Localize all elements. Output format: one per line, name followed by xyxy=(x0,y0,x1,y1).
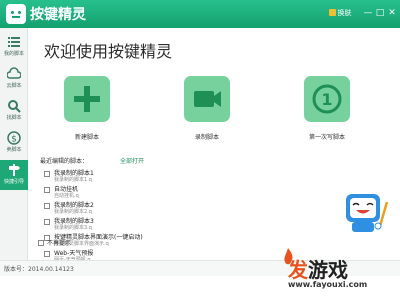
welcome-heading: 欢迎使用按键精灵 xyxy=(44,42,173,61)
first-script-tile[interactable]: 1 xyxy=(304,76,350,122)
close-button[interactable]: ✕ xyxy=(386,6,398,20)
script-checkbox[interactable] xyxy=(44,187,50,193)
mascot-robot-icon xyxy=(346,194,388,232)
list-item[interactable]: 我录制的脚本2 我录制的脚本2.q xyxy=(44,200,234,216)
cloud-icon xyxy=(7,67,21,79)
sidebar-item-label: 卖脚本 xyxy=(6,147,22,153)
sidebar-item-my-scripts[interactable]: 我的脚本 xyxy=(0,32,28,62)
title-bar: 按键精灵 换肤 — □ ✕ xyxy=(0,0,400,28)
record-script-label[interactable]: 录制脚本 xyxy=(177,132,237,141)
record-script-tile[interactable] xyxy=(184,76,230,122)
list-item[interactable]: 按键精灵脚本界面演示(一键启动) 按键精灵脚本界面演示.q xyxy=(44,232,234,248)
minimize-button[interactable]: — xyxy=(362,6,374,20)
script-filename: 我录制的脚本3.q xyxy=(54,225,92,231)
sidebar-item-quick-guide[interactable]: 快捷引导 xyxy=(0,160,28,190)
watermark-brand-highlight: 发 xyxy=(288,258,308,282)
number-one-icon: 1 xyxy=(312,84,342,114)
new-script-tile[interactable] xyxy=(64,76,110,122)
watermark-brand: 发游戏 xyxy=(288,254,348,283)
app-logo-icon xyxy=(6,4,26,24)
script-filename: 自动挂机.q xyxy=(54,193,79,199)
skin-label: 换肤 xyxy=(337,9,352,17)
skin-button[interactable]: 换肤 xyxy=(322,6,358,20)
sidebar-item-label: 云脚本 xyxy=(6,83,22,89)
first-script-badge: 1 xyxy=(321,90,332,109)
recent-scripts-list: 我录制的脚本1 我录制的脚本1.q 自动挂机 自动挂机.q 我录制的脚本2 我录… xyxy=(44,168,234,264)
list-item[interactable]: 自动挂机 自动挂机.q xyxy=(44,184,234,200)
list-item[interactable]: 我录制的脚本1 我录制的脚本1.q xyxy=(44,168,234,184)
sidebar-item-find-scripts[interactable]: 找脚本 xyxy=(0,96,28,126)
sidebar-item-cloud-scripts[interactable]: 云脚本 xyxy=(0,64,28,94)
script-checkbox[interactable] xyxy=(44,203,50,209)
script-checkbox[interactable] xyxy=(44,219,50,225)
version-text: 版本号：2014.00.14123 xyxy=(4,266,74,273)
recent-scripts-header: 最近编辑的脚本： xyxy=(40,158,89,165)
sidebar: 我的脚本 云脚本 找脚本 $ 卖脚本 快捷引导 xyxy=(0,28,28,260)
maximize-button[interactable]: □ xyxy=(374,6,386,20)
dollar-icon: $ xyxy=(7,131,21,145)
skin-icon xyxy=(328,9,336,16)
video-camera-icon xyxy=(194,91,221,107)
svg-text:$: $ xyxy=(11,135,17,145)
sidebar-item-label: 找脚本 xyxy=(6,115,22,121)
list-icon xyxy=(8,37,20,47)
new-script-label[interactable]: 新建脚本 xyxy=(57,132,117,141)
script-checkbox[interactable] xyxy=(44,251,50,257)
sidebar-item-label: 我的脚本 xyxy=(3,51,24,57)
sidebar-item-sell-scripts[interactable]: $ 卖脚本 xyxy=(0,128,28,158)
watermark-url: www.fayouxi.com xyxy=(288,280,368,289)
list-item[interactable]: 我录制的脚本3 我录制的脚本3.q xyxy=(44,216,234,232)
script-checkbox[interactable] xyxy=(44,171,50,177)
script-filename: 我录制的脚本1.q xyxy=(54,177,92,183)
script-filename: 我录制的脚本2.q xyxy=(54,209,92,215)
open-all-link[interactable]: 全部打开 xyxy=(120,156,144,165)
no-remind-checkbox[interactable] xyxy=(38,240,44,246)
first-script-label[interactable]: 第一次写脚本 xyxy=(297,132,357,141)
no-remind-option[interactable]: 不再提示 xyxy=(38,238,71,247)
search-icon xyxy=(8,100,21,113)
sidebar-item-label: 快捷引导 xyxy=(3,179,24,185)
app-title: 按键精灵 xyxy=(30,7,86,23)
plus-icon xyxy=(74,86,100,112)
signpost-icon xyxy=(9,164,20,176)
no-remind-label: 不再提示 xyxy=(47,240,72,247)
watermark-brand-rest: 游戏 xyxy=(308,258,348,282)
